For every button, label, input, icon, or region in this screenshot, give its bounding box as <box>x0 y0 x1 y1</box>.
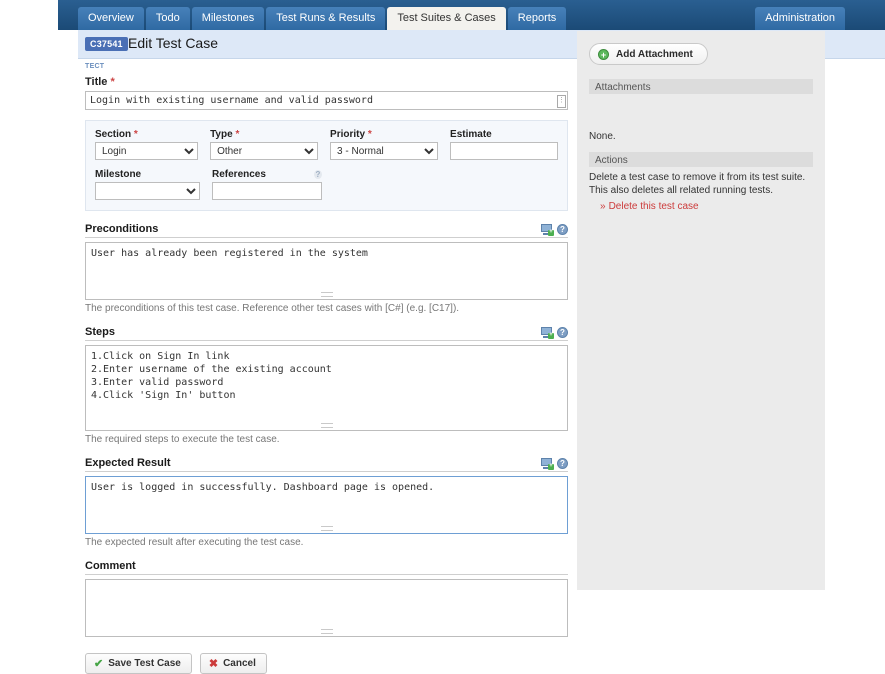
title-label-text: Title <box>85 76 107 88</box>
title-input-row: ⋮ <box>85 91 570 110</box>
steps-section: Steps + ? 1.Click on Sign In link 2.Ente… <box>85 326 570 445</box>
preconditions-textarea-wrap: User has already been registered in the … <box>85 242 568 300</box>
attachments-section-header: Attachments <box>589 79 813 94</box>
tab-reports[interactable]: Reports <box>508 7 567 30</box>
attachments-empty-text: None. <box>589 130 815 143</box>
references-field: References ? <box>212 169 322 200</box>
steps-textarea-wrap: 1.Click on Sign In link 2.Enter username… <box>85 345 568 431</box>
type-select[interactable]: Other <box>210 142 318 160</box>
priority-required-marker: * <box>368 129 372 140</box>
section-select[interactable]: Login <box>95 142 198 160</box>
expected-result-header: Expected Result + ? <box>85 457 568 472</box>
type-required-marker: * <box>235 129 239 140</box>
milestone-label: Milestone <box>95 169 200 180</box>
main-navigation-bar: Overview Todo Milestones Test Runs & Res… <box>58 0 885 30</box>
nav-tabs: Overview Todo Milestones Test Runs & Res… <box>78 7 568 30</box>
section-required-marker: * <box>134 129 138 140</box>
attributes-row-2: Milestone References ? <box>95 169 558 200</box>
tab-test-suites-cases[interactable]: Test Suites & Cases <box>387 7 505 30</box>
tab-administration[interactable]: Administration <box>755 7 845 30</box>
priority-label-text: Priority <box>330 129 365 140</box>
add-image-icon[interactable]: + <box>541 224 553 235</box>
app-page: Overview Todo Milestones Test Runs & Res… <box>0 0 885 590</box>
expected-result-textarea[interactable]: User is logged in successfully. Dashboar… <box>85 476 568 534</box>
test-case-id-badge: C37541 <box>85 37 128 51</box>
priority-field: Priority * 3 - Normal <box>330 129 438 160</box>
comment-section: Comment <box>85 560 570 637</box>
cancel-button[interactable]: ✖ Cancel <box>200 653 267 674</box>
add-image-icon[interactable]: + <box>541 458 553 469</box>
references-label-text: References <box>212 169 266 180</box>
preconditions-section: Preconditions + ? User has already been … <box>85 223 570 314</box>
steps-hint: The required steps to execute the test c… <box>85 434 570 445</box>
title-required-marker: * <box>110 76 114 88</box>
section-label: Section * <box>95 129 198 140</box>
expected-result-title: Expected Result <box>85 457 171 469</box>
checkmark-icon: ✔ <box>94 659 103 669</box>
add-attachment-label: Add Attachment <box>616 49 693 60</box>
delete-test-case-link[interactable]: »Delete this test case <box>600 201 699 212</box>
type-label: Type * <box>210 129 318 140</box>
attributes-row-1: Section * Login Type * Other <box>95 129 558 160</box>
section-label-text: Section <box>95 129 131 140</box>
delete-test-case-label: Delete this test case <box>609 201 699 212</box>
title-input[interactable] <box>85 91 568 110</box>
actions-section-header: Actions <box>589 152 813 167</box>
tab-milestones[interactable]: Milestones <box>192 7 265 30</box>
page-title: Edit Test Case <box>128 35 218 51</box>
priority-label: Priority * <box>330 129 438 140</box>
references-help-icon[interactable]: ? <box>314 170 322 179</box>
priority-select[interactable]: 3 - Normal <box>330 142 438 160</box>
tab-overview[interactable]: Overview <box>78 7 144 30</box>
plus-circle-icon: + <box>598 49 609 60</box>
type-field: Type * Other <box>210 129 318 160</box>
tab-test-runs-results[interactable]: Test Runs & Results <box>266 7 385 30</box>
milestone-select[interactable] <box>95 182 200 200</box>
estimate-label: Estimate <box>450 129 558 140</box>
right-sidebar: + Add Attachment Attachments None. Actio… <box>577 31 825 590</box>
add-attachment-button[interactable]: + Add Attachment <box>589 43 708 65</box>
form-actions: ✔ Save Test Case ✖ Cancel <box>85 653 570 674</box>
estimate-input[interactable] <box>450 142 558 160</box>
preconditions-textarea[interactable]: User has already been registered in the … <box>85 242 568 300</box>
preconditions-title: Preconditions <box>85 223 158 235</box>
milestone-field: Milestone <box>95 169 200 200</box>
steps-title: Steps <box>85 326 115 338</box>
preconditions-hint: The preconditions of this test case. Ref… <box>85 303 570 314</box>
comment-header: Comment <box>85 560 568 575</box>
expected-result-textarea-wrap: User is logged in successfully. Dashboar… <box>85 476 568 534</box>
tab-todo[interactable]: Todo <box>146 7 190 30</box>
cancel-button-label: Cancel <box>223 658 256 669</box>
steps-textarea[interactable]: 1.Click on Sign In link 2.Enter username… <box>85 345 568 431</box>
title-label: Title * <box>85 76 570 88</box>
edit-test-case-form: Title * ⋮ Section * Login <box>85 76 570 674</box>
x-icon: ✖ <box>209 659 218 669</box>
preconditions-toolbar: + ? <box>541 224 568 235</box>
references-input[interactable] <box>212 182 322 200</box>
help-icon[interactable]: ? <box>557 458 568 469</box>
bullet-arrow-icon: » <box>600 201 606 212</box>
add-image-icon[interactable]: + <box>541 327 553 338</box>
type-label-text: Type <box>210 129 233 140</box>
expected-result-hint: The expected result after executing the … <box>85 537 570 548</box>
help-icon[interactable]: ? <box>557 327 568 338</box>
attributes-panel: Section * Login Type * Other <box>85 120 568 211</box>
steps-header: Steps + ? <box>85 326 568 341</box>
actions-description: Delete a test case to remove it from its… <box>589 171 815 197</box>
comment-title: Comment <box>85 560 136 572</box>
save-button-label: Save Test Case <box>108 658 181 669</box>
steps-toolbar: + ? <box>541 327 568 338</box>
save-test-case-button[interactable]: ✔ Save Test Case <box>85 653 192 674</box>
expected-result-section: Expected Result + ? User is logged in su… <box>85 457 570 548</box>
breadcrumb[interactable]: ТЕСТ <box>85 63 104 70</box>
section-field: Section * Login <box>95 129 198 160</box>
references-label: References ? <box>212 169 322 180</box>
comment-textarea[interactable] <box>85 579 568 637</box>
resize-grip-icon: ⋮ <box>557 95 566 108</box>
estimate-field: Estimate <box>450 129 558 160</box>
preconditions-header: Preconditions + ? <box>85 223 568 238</box>
help-icon[interactable]: ? <box>557 224 568 235</box>
comment-textarea-wrap <box>85 579 568 637</box>
expected-result-toolbar: + ? <box>541 458 568 469</box>
